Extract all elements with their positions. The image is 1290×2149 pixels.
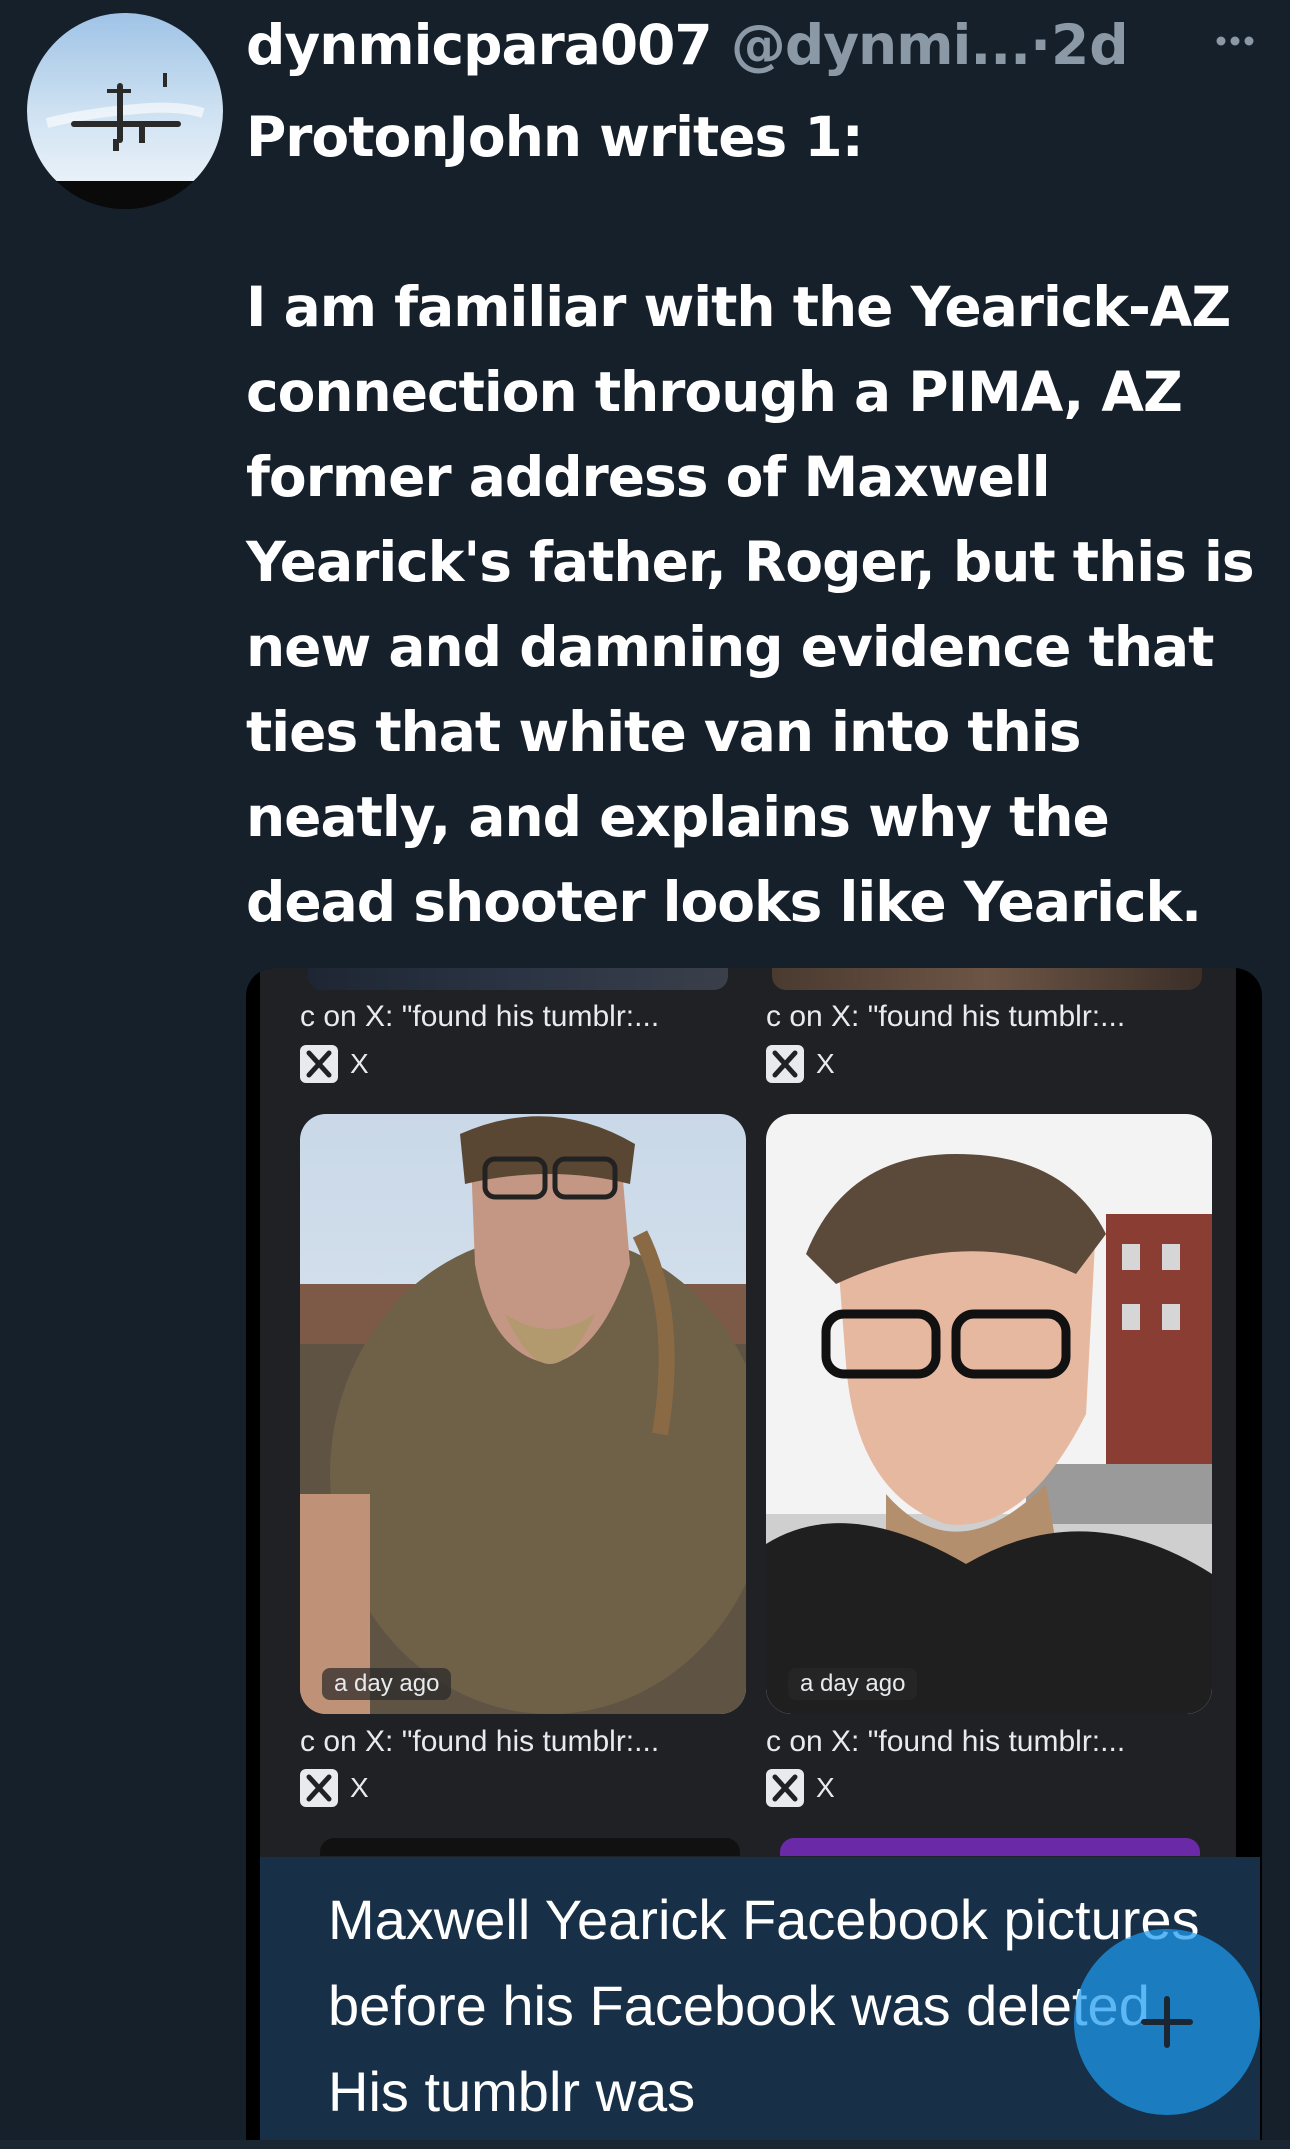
tweet-text: ProtonJohn writes 1: I am familiar with … [246, 95, 1266, 945]
plus-icon [1141, 1996, 1193, 2048]
result-source: X [766, 1768, 835, 1808]
result-caption: c on X: "found his tumblr:... [766, 1000, 1126, 1033]
partial-thumbnail [772, 968, 1202, 990]
result-photo[interactable]: a day ago [766, 1114, 1212, 1714]
separator-dot: · [1030, 13, 1051, 77]
result-source: X [300, 1044, 369, 1084]
x-logo-icon [766, 1045, 804, 1083]
more-horizontal-icon[interactable] [1212, 18, 1258, 64]
x-logo-icon [766, 1769, 804, 1807]
display-name[interactable]: dynmicpara007 [246, 13, 713, 77]
result-caption: c on X: "found his tumblr:... [300, 1725, 660, 1758]
airplane-avatar-image [27, 13, 223, 209]
result-age: a day ago [788, 1668, 918, 1700]
source-label: X [816, 1772, 835, 1803]
bottom-nav-edge [0, 2140, 1290, 2149]
result-caption: c on X: "found his tumblr:... [766, 1725, 1126, 1758]
partial-thumbnail [308, 968, 728, 990]
result-source: X [300, 1768, 369, 1808]
result-photo[interactable]: a day ago [300, 1114, 746, 1714]
tweet-header: dynmicpara007 @dynmi...·2d [246, 4, 1276, 86]
x-logo-icon [300, 1769, 338, 1807]
x-logo-icon [300, 1045, 338, 1083]
result-caption: c on X: "found his tumblr:... [300, 1000, 660, 1033]
tweet-text-line: I am familiar with the Yearick-AZ connec… [246, 275, 1255, 934]
result-age: a day ago [322, 1668, 452, 1700]
result-source: X [766, 1044, 835, 1084]
user-handle[interactable]: @dynmi... [731, 13, 1031, 77]
source-label: X [816, 1048, 835, 1079]
partial-thumbnail [320, 1838, 740, 1856]
source-label: X [350, 1772, 369, 1803]
source-label: X [350, 1048, 369, 1079]
avatar[interactable] [27, 13, 223, 209]
partial-thumbnail [780, 1838, 1200, 1856]
tweet-text-line: ProtonJohn writes 1: [246, 105, 864, 169]
timestamp[interactable]: 2d [1051, 13, 1129, 77]
compose-button[interactable] [1074, 1929, 1260, 2115]
